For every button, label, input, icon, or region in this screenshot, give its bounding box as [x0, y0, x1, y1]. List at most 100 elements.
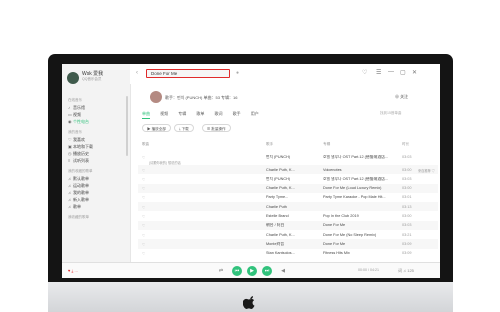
song-duration: 03:03: [402, 223, 412, 228]
tab-lyrics[interactable]: 歌词: [215, 111, 223, 117]
sidebar-item-video[interactable]: ▭视频: [68, 112, 81, 118]
sidebar-item-local[interactable]: ▣本地和下载: [68, 144, 93, 150]
sidebar-item-playlist[interactable]: ♫ 新入歌单: [68, 197, 89, 203]
sidebar-item-radio[interactable]: ◉ 个性电台: [68, 119, 89, 125]
song-album[interactable]: 호텔 델루나 OST Part.12 (德鲁纳酒店...: [323, 155, 393, 160]
table-row[interactable]: ♡Done For Me (No Sleep Remix)SQCharlie P…: [138, 230, 438, 239]
table-row[interactable]: ♡Done For MeSQ朝台 / 阿白Done For Me03:03: [138, 220, 438, 231]
like-heart-icon[interactable]: ♡: [142, 168, 145, 173]
back-arrow-icon[interactable]: ‹: [136, 70, 138, 76]
sidebar-section-title: 我收藏的歌单: [68, 215, 89, 219]
song-artist[interactable]: Charlie Puth, K...: [266, 186, 314, 190]
table-row[interactable]: ♡Done For MeSQMonte刘哲Done For Me03:09: [138, 239, 438, 249]
like-heart-icon[interactable]: ♡: [142, 223, 145, 228]
table-row[interactable]: ♡Done For Me (Jazz Version)SQCharlie Put…: [138, 202, 438, 212]
tab-songs[interactable]: 单曲: [142, 111, 150, 119]
tab-singers[interactable]: 歌手: [233, 111, 241, 117]
sidebar-item-playlist[interactable]: ♫ 歌单: [68, 204, 81, 210]
song-artist[interactable]: Charlie Puth, K...: [266, 233, 314, 237]
next-button[interactable]: ⏭: [262, 266, 272, 276]
maximize-icon[interactable]: ▢: [400, 69, 406, 76]
minimize-icon[interactable]: —: [388, 69, 394, 75]
menu-icon[interactable]: ☰: [376, 69, 381, 76]
song-album[interactable]: 호텔 델루나 OST Part.12 (德鲁纳酒店...: [323, 177, 393, 182]
song-duration: 03:03: [402, 176, 412, 181]
like-heart-icon[interactable]: ♡: [142, 205, 145, 210]
table-row[interactable]: ♡Done For Me (Loud Luxury Remix)SQCharli…: [138, 183, 438, 193]
shuffle-icon[interactable]: ⇄: [216, 266, 226, 276]
song-duration: 03:09: [402, 251, 412, 256]
header-artist: 歌手: [266, 142, 274, 146]
song-artist[interactable]: 펀치 (PUNCH): [266, 155, 314, 160]
skin-icon[interactable]: ♡: [362, 69, 367, 76]
table-row[interactable]: ♡Done For Me(Made Popular By Charlie...P…: [138, 193, 438, 202]
player-left-controls[interactable]: ♥ ⤓ ⋯: [68, 268, 78, 273]
close-icon[interactable]: ✕: [412, 69, 417, 76]
sidebar-item-playlist[interactable]: ♫ 我的歌单: [68, 190, 89, 196]
like-heart-icon[interactable]: ♡: [142, 242, 145, 247]
sidebar-item-trial-list[interactable]: ≡ 试听列表: [68, 158, 89, 164]
volume-icon[interactable]: ◀: [278, 266, 288, 276]
song-album[interactable]: Done For Me: [323, 242, 393, 246]
play-button[interactable]: ▶: [247, 266, 257, 276]
table-header: 歌曲 歌手 专辑 时长: [142, 142, 437, 150]
song-artist[interactable]: Charlie Puth, K...: [266, 168, 314, 172]
batch-operation-button[interactable]: ☰ 批量操作: [202, 124, 231, 132]
progress-bar[interactable]: [62, 262, 440, 263]
like-heart-icon[interactable]: ♡: [142, 251, 145, 256]
avatar[interactable]: [67, 72, 79, 84]
like-heart-icon[interactable]: ♡: [142, 233, 145, 238]
sidebar-scrollbar[interactable]: [126, 96, 128, 156]
tab-playlists[interactable]: 歌单: [196, 111, 204, 117]
play-all-button[interactable]: ▶ 播放全部: [142, 124, 171, 132]
song-duration: 03:09: [402, 241, 412, 246]
song-tag: 来自推荐 ♡: [418, 168, 435, 173]
song-artist[interactable]: Monte刘哲: [266, 242, 314, 247]
tab-albums[interactable]: 专辑: [178, 111, 186, 117]
sidebar-item-history[interactable]: ◷ 播放历史: [68, 151, 89, 157]
sidebar-item-favorites[interactable]: ♡我喜欢: [68, 137, 85, 143]
table-row[interactable]: ♡Done For MeSQCharlie Puth, K...Voicenot…: [138, 165, 438, 175]
sidebar-item-playlist[interactable]: ♫ 运动歌单: [68, 183, 89, 189]
song-duration: 03:00: [402, 167, 412, 172]
song-artist[interactable]: 朝台 / 阿白: [266, 223, 314, 228]
song-artist[interactable]: Stan Kantsolos...: [266, 251, 314, 255]
search-input[interactable]: Done For Me: [146, 69, 230, 78]
song-album[interactable]: Pop In the Club 2019: [323, 214, 393, 218]
singer-avatar[interactable]: [150, 91, 162, 103]
tab-users[interactable]: 用户: [251, 111, 259, 117]
app-window: Wsk 爱我 QQ音乐会员 在线音乐 ♪ 音乐馆 ▭视频 ◉ 个性电台 我的音乐 ♡…: [62, 64, 440, 278]
like-heart-icon[interactable]: ♡: [142, 214, 145, 219]
microphone-icon[interactable]: ●: [236, 70, 239, 76]
song-artist[interactable]: Charlie Puth: [266, 205, 314, 209]
song-album[interactable]: Done For Me: [323, 223, 393, 227]
user-name[interactable]: Wsk 爱我: [82, 70, 103, 77]
table-row[interactable]: ♡Done For Me (Pop Mix Charlie Puth Feat.…: [138, 211, 438, 220]
song-album[interactable]: Done For Me (Loud Luxury Remix): [323, 186, 393, 190]
like-heart-icon[interactable]: ♡: [142, 177, 145, 182]
follow-button[interactable]: ⊕ 关注: [395, 94, 408, 100]
table-row[interactable]: ♡Done For Me (Instrumental)SQ펀치 (PUNCH)호…: [138, 174, 438, 183]
player-right-controls[interactable]: 词 ♫ 125: [398, 268, 414, 274]
download-button[interactable]: ⤓ 下载: [174, 124, 194, 132]
song-artist[interactable]: 펀치 (PUNCH): [266, 177, 314, 182]
sidebar-item-playlist[interactable]: ♫ 默认歌单: [68, 176, 89, 182]
previous-button[interactable]: ⏮: [232, 266, 242, 276]
result-count: 找到15首单曲: [380, 111, 402, 115]
tab-videos[interactable]: 视频: [160, 111, 168, 117]
like-heart-icon[interactable]: ♡: [142, 186, 145, 191]
like-heart-icon[interactable]: ♡: [142, 195, 145, 200]
song-album[interactable]: Done For Me (No Sleep Remix): [323, 233, 393, 237]
sidebar-section-title: 我的收藏的歌单: [68, 169, 93, 173]
song-artist[interactable]: Estelle Brand: [266, 214, 314, 218]
song-duration: 03:21: [402, 232, 412, 237]
song-album[interactable]: Voicenotes: [323, 168, 393, 172]
song-album[interactable]: Party Tyme Karaoke - Pop Male Hit...: [323, 195, 393, 199]
header-duration: 时长: [402, 142, 410, 146]
table-row[interactable]: ♡Done For MeSQ(请跟你我的) 想说的话펀치 (PUNCH)호텔 델…: [138, 152, 438, 165]
table-row[interactable]: ♡Done For MeSQStan Kantsolos...Fitness H…: [138, 249, 438, 258]
song-album[interactable]: Fitness Hits Mix: [323, 251, 393, 255]
like-heart-icon[interactable]: ♡: [142, 155, 145, 160]
sidebar-item-music-hall[interactable]: ♪ 音乐馆: [68, 105, 85, 111]
song-artist[interactable]: Party Tyme...: [266, 195, 314, 199]
